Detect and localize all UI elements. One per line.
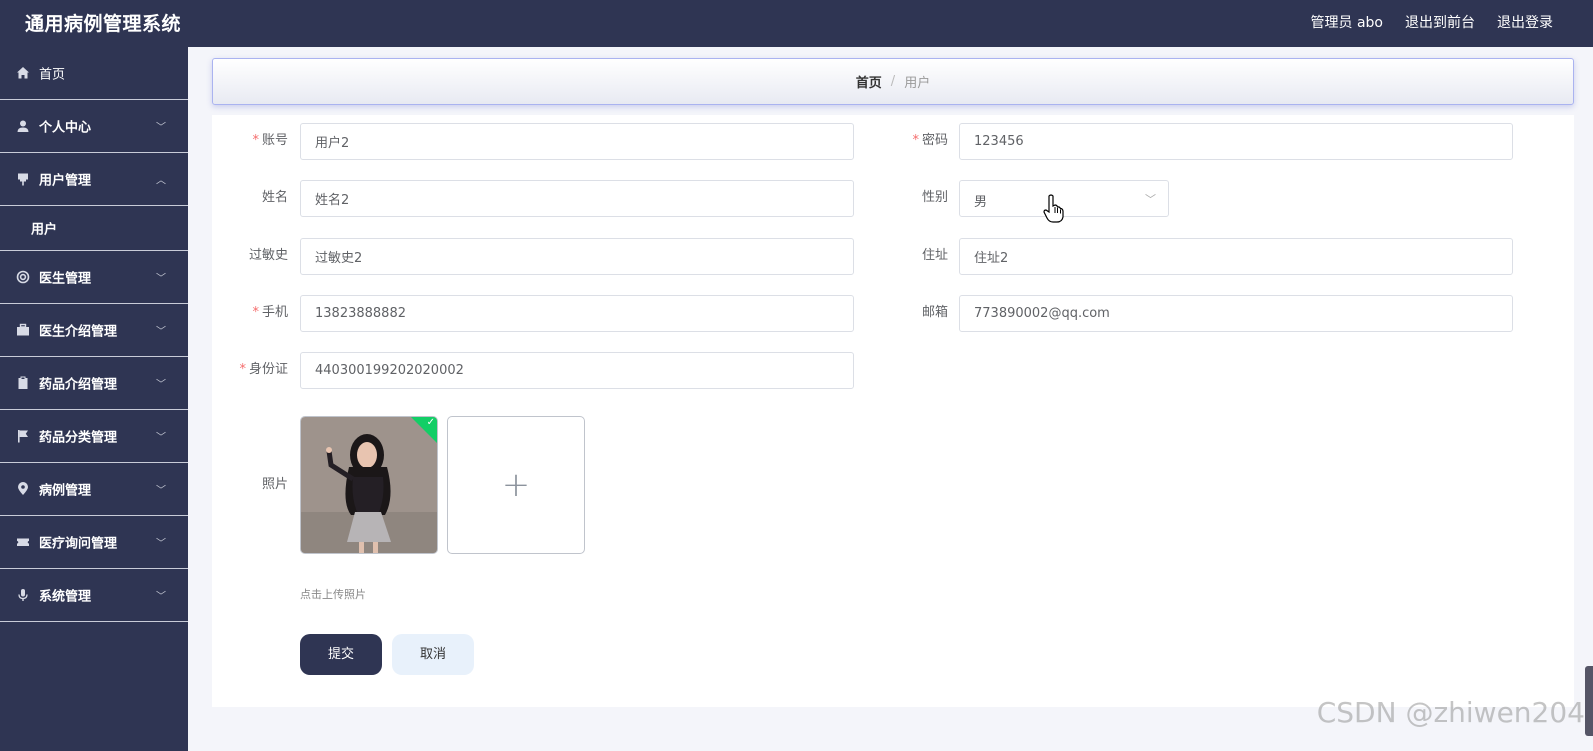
sidebar-item-label: 药品介绍管理 xyxy=(39,377,118,393)
gender-label: 性别 xyxy=(921,190,948,205)
exit-to-front-link[interactable]: 退出到前台 xyxy=(1405,12,1475,32)
ticket-icon xyxy=(16,535,30,549)
phone-label: * 手机 xyxy=(252,305,288,320)
required-mark: * xyxy=(252,133,259,148)
sidebar-item-label: 医疗询问管理 xyxy=(39,536,118,552)
upload-tip: 点击上传照片 xyxy=(300,588,366,601)
sidebar-item-drug-category-management[interactable]: 药品分类管理 ﹀ xyxy=(0,410,188,463)
cancel-button[interactable]: 取消 xyxy=(392,634,474,675)
sidebar-item-label: 首页 xyxy=(39,67,66,83)
sidebar-item-medical-inquiry-management[interactable]: 医疗询问管理 ﹀ xyxy=(0,516,188,569)
email-label: 邮箱 xyxy=(921,305,948,320)
sidebar-item-label: 个人中心 xyxy=(39,120,92,136)
logout-link[interactable]: 退出登录 xyxy=(1497,12,1553,32)
breadcrumb-current: 用户 xyxy=(904,76,931,91)
chevron-down-icon: ﹀ xyxy=(1145,193,1156,206)
home-icon xyxy=(16,66,30,80)
chevron-down-icon: ﹀ xyxy=(156,432,166,444)
location-icon xyxy=(16,482,30,496)
id-card-label: * 身份证 xyxy=(239,362,288,377)
sidebar-subitem-user[interactable]: 用户 xyxy=(0,206,188,251)
sidebar-item-system-management[interactable]: 系统管理 ﹀ xyxy=(0,569,188,622)
allergy-input[interactable] xyxy=(300,238,854,275)
user-icon xyxy=(16,119,30,133)
sidebar-item-doctor-management[interactable]: 医生管理 ﹀ xyxy=(0,251,188,304)
allergy-label: 过敏史 xyxy=(248,248,288,263)
sidebar-item-label: 病例管理 xyxy=(39,483,92,499)
sidebar-item-label: 医生介绍管理 xyxy=(39,324,118,340)
required-mark: * xyxy=(912,133,919,148)
scrollbar-handle[interactable] xyxy=(1585,666,1593,736)
top-header: 通用病例管理系统 管理员 abo 退出到前台 退出登录 xyxy=(0,0,1593,47)
chevron-down-icon: ﹀ xyxy=(156,485,166,497)
flag-icon xyxy=(16,429,30,443)
hand-cursor-icon xyxy=(1043,194,1065,228)
address-label: 住址 xyxy=(921,248,948,263)
chevron-up-icon: ︿ xyxy=(156,175,166,187)
name-label: 姓名 xyxy=(261,190,288,205)
breadcrumb-home[interactable]: 首页 xyxy=(856,72,882,91)
uploaded-photo-thumbnail[interactable]: ✓ xyxy=(300,416,438,554)
plus-icon: + xyxy=(501,465,531,505)
sidebar-item-drug-intro-management[interactable]: 药品介绍管理 ﹀ xyxy=(0,357,188,410)
chevron-down-icon: ﹀ xyxy=(156,122,166,134)
name-input[interactable] xyxy=(300,180,854,217)
watermark: CSDN @zhiwen204 xyxy=(1316,696,1585,729)
required-mark: * xyxy=(252,305,259,320)
lifebuoy-icon xyxy=(16,270,30,284)
sidebar-item-home[interactable]: 首页 xyxy=(0,47,188,100)
microphone-icon xyxy=(16,588,30,602)
pin-icon xyxy=(16,172,30,186)
sidebar-item-label: 用户管理 xyxy=(39,173,92,189)
admin-user-link[interactable]: 管理员 abo xyxy=(1311,12,1383,32)
chevron-down-icon: ﹀ xyxy=(156,591,166,603)
photo-label: 照片 xyxy=(261,477,288,492)
address-input[interactable] xyxy=(959,238,1513,275)
chevron-down-icon: ﹀ xyxy=(156,379,166,391)
sidebar-subitem-label: 用户 xyxy=(31,222,58,238)
chevron-down-icon: ﹀ xyxy=(156,538,166,550)
sidebar-item-label: 药品分类管理 xyxy=(39,430,118,446)
app-title: 通用病例管理系统 xyxy=(25,13,182,35)
password-label: * 密码 xyxy=(912,133,948,148)
account-input[interactable] xyxy=(300,123,854,160)
clipboard-icon xyxy=(16,376,30,390)
sidebar-item-doctor-intro-management[interactable]: 医生介绍管理 ﹀ xyxy=(0,304,188,357)
breadcrumb-separator: / xyxy=(890,74,896,89)
account-label: * 账号 xyxy=(252,133,288,148)
email-input[interactable] xyxy=(959,295,1513,332)
sidebar-item-case-management[interactable]: 病例管理 ﹀ xyxy=(0,463,188,516)
phone-input[interactable] xyxy=(300,295,854,332)
submit-button[interactable]: 提交 xyxy=(300,634,382,675)
sidebar-item-label: 系统管理 xyxy=(39,589,92,605)
briefcase-icon xyxy=(16,323,30,337)
required-mark: * xyxy=(239,362,246,377)
chevron-down-icon: ﹀ xyxy=(156,273,166,285)
sidebar-item-label: 医生管理 xyxy=(39,271,92,287)
header-actions: 管理员 abo 退出到前台 退出登录 xyxy=(1311,12,1553,32)
sidebar-item-user-management[interactable]: 用户管理 ︿ xyxy=(0,153,188,206)
gender-select-value: 男 xyxy=(974,195,988,210)
check-icon: ✓ xyxy=(426,417,435,428)
chevron-down-icon: ﹀ xyxy=(156,326,166,338)
password-input[interactable] xyxy=(959,123,1513,160)
id-card-input[interactable] xyxy=(300,352,854,389)
user-edit-form: *账号 *密码 姓名 性别 男 ﹀ 过敏史 住址 *手机 邮箱 *身份证 照片 xyxy=(212,115,1574,707)
breadcrumb: 首页 / 用户 xyxy=(212,58,1574,105)
photo-upload-button[interactable]: + xyxy=(447,416,585,554)
sidebar-item-personal-center[interactable]: 个人中心 ﹀ xyxy=(0,100,188,153)
sidebar: 首页 个人中心 ﹀ 用户管理 ︿ 用户 医生管理 ﹀ 医生介绍管理 ﹀ 药品介绍… xyxy=(0,47,188,751)
